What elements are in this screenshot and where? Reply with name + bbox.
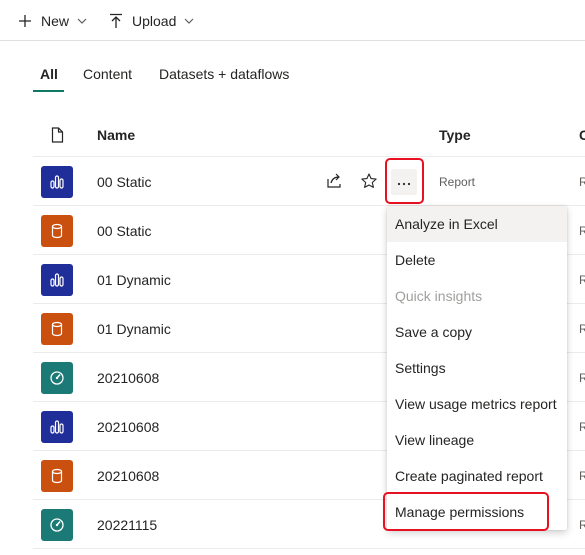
truncated-cell: R	[579, 273, 585, 287]
item-name[interactable]: 20210608	[97, 370, 159, 386]
menu-item-label: View lineage	[395, 432, 475, 448]
table-row[interactable]: 00 Static Report R	[33, 157, 585, 206]
menu-item-quick-insights: Quick insights	[387, 278, 567, 314]
tab-all[interactable]: All	[40, 66, 58, 82]
command-bar: New Upload	[0, 0, 585, 41]
menu-item-label: Save a copy	[395, 324, 473, 340]
item-name[interactable]: 01 Dynamic	[97, 272, 171, 288]
menu-item-label: Quick insights	[395, 288, 483, 304]
item-name[interactable]: 20210608	[97, 468, 159, 484]
active-tab-indicator	[33, 90, 64, 92]
context-menu: Analyze in Excel Delete Quick insights S…	[387, 206, 567, 530]
truncated-cell: R	[579, 371, 585, 385]
column-header-type[interactable]: Type	[439, 127, 471, 143]
menu-item-settings[interactable]: Settings	[387, 350, 567, 386]
tab-datasets-dataflows[interactable]: Datasets + dataflows	[159, 66, 289, 82]
upload-label: Upload	[132, 13, 177, 29]
menu-item-view-lineage[interactable]: View lineage	[387, 422, 567, 458]
highlight-box-manage-permissions	[383, 492, 549, 531]
dashboard-icon	[41, 362, 73, 394]
dataset-icon	[41, 215, 73, 247]
plus-icon	[18, 14, 32, 28]
report-icon	[41, 411, 73, 443]
truncated-cell: R	[579, 175, 585, 189]
truncated-cell: R	[579, 469, 585, 483]
item-name[interactable]: 00 Static	[97, 223, 151, 239]
truncated-cell: R	[579, 322, 585, 336]
chevron-down-icon	[77, 17, 87, 25]
tab-content[interactable]: Content	[83, 66, 132, 82]
menu-item-label: Delete	[395, 252, 436, 268]
menu-item-label: Analyze in Excel	[395, 216, 498, 232]
column-header-name[interactable]: Name	[97, 127, 135, 143]
highlight-box-more-options	[385, 158, 424, 204]
file-type-icon	[51, 127, 64, 146]
item-name[interactable]: 20210608	[97, 419, 159, 435]
favorite-star-icon[interactable]	[360, 172, 378, 190]
report-icon	[41, 264, 73, 296]
truncated-cell: R	[579, 518, 585, 532]
item-type: Report	[439, 175, 476, 189]
menu-item-create-paginated-report[interactable]: Create paginated report	[387, 458, 567, 494]
chevron-down-icon	[184, 17, 194, 25]
menu-item-save-a-copy[interactable]: Save a copy	[387, 314, 567, 350]
menu-item-label: View usage metrics report	[395, 396, 557, 412]
dataset-icon	[41, 313, 73, 345]
upload-button[interactable]: Upload	[109, 10, 194, 32]
menu-item-delete[interactable]: Delete	[387, 242, 567, 278]
truncated-cell: R	[579, 420, 585, 434]
column-header-truncated[interactable]: C	[579, 127, 585, 143]
item-name[interactable]: 01 Dynamic	[97, 321, 171, 337]
report-icon	[41, 166, 73, 198]
menu-item-label: Create paginated report	[395, 468, 543, 484]
item-name[interactable]: 20221115	[97, 517, 157, 533]
item-name[interactable]: 00 Static	[97, 174, 151, 190]
menu-item-view-usage-metrics-report[interactable]: View usage metrics report	[387, 386, 567, 422]
share-icon[interactable]	[325, 172, 343, 190]
menu-item-analyze-in-excel[interactable]: Analyze in Excel	[387, 206, 567, 242]
menu-item-label: Settings	[395, 360, 446, 376]
dataset-icon	[41, 460, 73, 492]
truncated-cell: R	[579, 224, 585, 238]
dashboard-icon	[41, 509, 73, 541]
new-button[interactable]: New	[18, 10, 87, 32]
new-label: New	[41, 13, 70, 29]
table-header: Name Type C	[33, 112, 585, 157]
upload-icon	[109, 13, 123, 29]
